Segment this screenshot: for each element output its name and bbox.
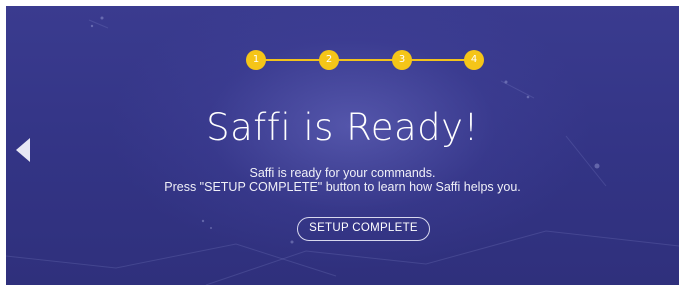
step-3: 3 <box>392 50 412 70</box>
subtitle-line-2: Press "SETUP COMPLETE" button to learn h… <box>164 180 521 194</box>
setup-screen: 1 2 3 4 Saffi is Ready! Saffi is ready f… <box>6 6 679 285</box>
step-2: 2 <box>319 50 339 70</box>
step-1: 1 <box>246 50 266 70</box>
page-title: Saffi is Ready! <box>206 106 479 149</box>
step-4: 4 <box>464 50 484 70</box>
subtitle-line-1: Saffi is ready for your commands. <box>249 166 436 180</box>
setup-complete-button[interactable]: SETUP COMPLETE <box>297 217 430 241</box>
step-connector-line <box>256 59 466 61</box>
step-progress: 1 2 3 4 <box>244 48 484 72</box>
